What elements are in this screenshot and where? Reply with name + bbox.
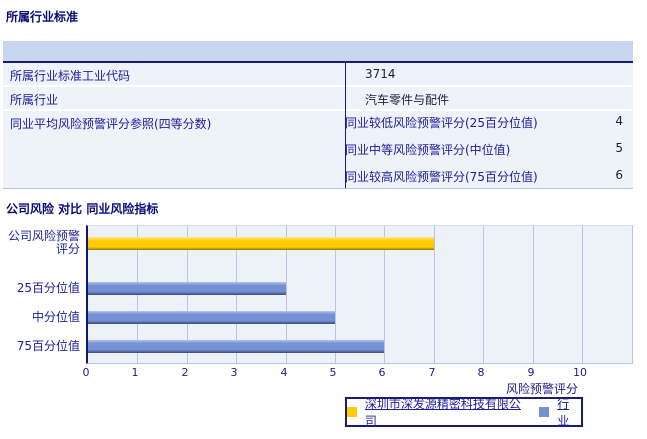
table-header-band [3,41,633,61]
y-axis-label: 25百分位值 [16,280,80,295]
bar-industry [88,340,384,353]
row-label: 同业平均风险预警评分参照(四等分数) [10,117,212,131]
subrow-value: 5 [615,141,623,155]
gridline [533,226,534,363]
x-tick-label: 6 [378,366,386,379]
legend-label-company[interactable]: 深圳市深发源精密科技有限公司 [365,395,531,429]
table-row: 所属行业标准工业代码 3714 [3,63,633,85]
gridline [582,226,583,363]
x-tick-label: 4 [280,366,288,379]
legend-swatch-industry [539,407,550,417]
y-axis-label: 75百分位值 [16,338,80,353]
bar-company [88,237,434,250]
legend-label-industry[interactable]: 行业 [557,395,581,429]
table-subrow: 同业较低风险预警评分(25百分位值) 4 [345,111,633,138]
x-tick-label: 7 [428,366,436,379]
subrow-value: 6 [615,168,623,182]
x-tick-label: 2 [181,366,189,379]
row-value: 3714 [365,67,396,81]
x-tick-label: 10 [573,366,587,379]
row-label: 所属行业 [10,93,59,107]
chart-legend: 深圳市深发源精密科技有限公司 行业 [345,395,583,429]
table-subrow: 同业中等风险预警评分(中位值) 5 [345,138,633,165]
x-tick-label: 1 [131,366,139,379]
legend-swatch-company [347,407,357,417]
gridline [483,226,484,363]
bar-industry [88,311,335,324]
industry-standard-table: 所属行业标准工业代码 3714 所属行业 汽车零件与配件同业平均风险预警评分参照(四等… [3,63,633,191]
table-row: 同业平均风险预警评分参照(四等分数) 同业较低风险预警评分(25百分位值) 4 同业中… [3,111,633,189]
risk-report-panel: 所属行业标准 所属行业标准工业代码 3714 所属行业 汽车零件与配件 同业平均风险预警… [0,0,647,439]
plot-area [86,225,633,364]
section-title-industry-standard: 所属行业标准 [6,10,79,24]
subrow-label: 同业较低风险预警评分(25百分位值) [345,116,538,130]
row-label: 所属行业标准工业代码 [10,69,131,83]
bar-industry [88,282,286,295]
subrow-value: 4 [615,114,623,128]
x-tick-label: 9 [527,366,535,379]
section-title-risk-compare: 公司风险 对比 同业风险指标 [6,202,159,216]
table-row: 所属行业 汽车零件与配件 [3,87,633,109]
y-axis-label: 公司风险预警评分 [7,229,80,256]
x-tick-label: 3 [230,366,238,379]
x-tick-label: 8 [477,366,485,379]
subrow-label: 同业较高风险预警评分(75百分位值) [345,170,538,184]
table-bottom-border [3,188,633,189]
gridline [434,226,435,363]
row-value: 同业较低风险预警评分(25百分位值) 4 同业中等风险预警评分(中位值) 5 同业较高风… [345,111,633,189]
table-column-divider [345,63,346,188]
y-axis-label: 中分位值 [31,309,80,324]
x-tick-label: 5 [329,366,337,379]
row-value: 汽车零件与配件 [365,93,450,107]
subrow-label: 同业中等风险预警评分(中位值) [345,143,511,157]
risk-bar-chart: 公司风险预警评分 25百分位值 中分位值 75百分位值 0 1 2 3 4 5 6 7 8 9 10 风险… [0,225,647,439]
x-tick-label: 0 [82,366,90,379]
